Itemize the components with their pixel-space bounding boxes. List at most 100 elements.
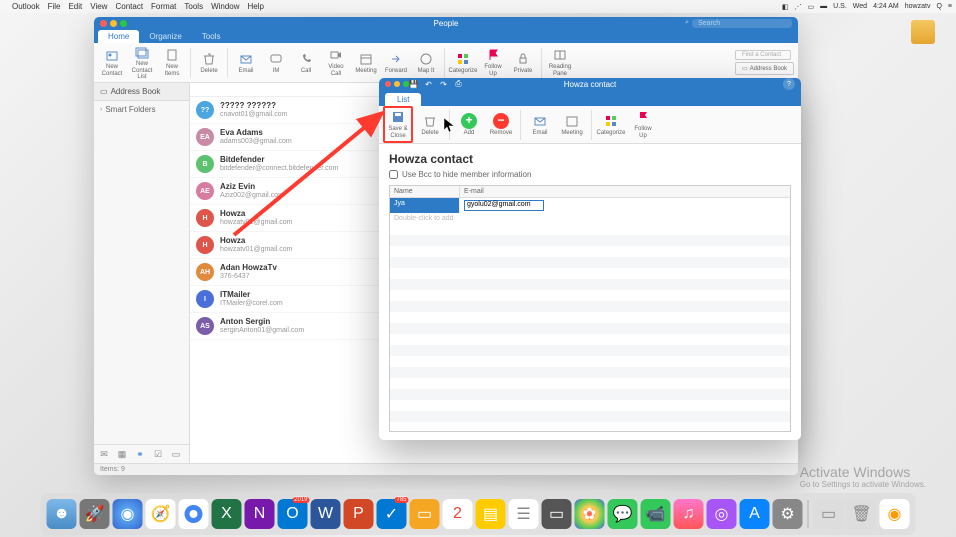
mail-icon[interactable]: ✉ [98, 449, 110, 459]
forward-button[interactable]: Forward [382, 51, 410, 75]
menu-help[interactable]: Help [248, 2, 264, 11]
window-titlebar[interactable]: People ⌕ Search [94, 17, 798, 29]
flag-icon[interactable]: ▬ [820, 3, 827, 10]
dock-finder[interactable]: ☻ [47, 499, 77, 529]
tab-organize[interactable]: Organize [139, 30, 191, 43]
dock-siri[interactable]: ◉ [113, 499, 143, 529]
tab-tools[interactable]: Tools [192, 30, 231, 43]
print-icon[interactable]: ⎙ [454, 80, 463, 89]
menu-tools[interactable]: Tools [184, 2, 203, 11]
call-button[interactable]: Call [292, 51, 320, 75]
dock-app[interactable]: ◉ [880, 499, 910, 529]
new-contact-list-button[interactable]: NewContact List [128, 44, 156, 81]
add-placeholder[interactable]: Double-click to add [390, 213, 790, 224]
save-close-button[interactable]: Save &Close [383, 106, 413, 142]
menu-contact[interactable]: Contact [115, 2, 143, 11]
popup-minimize-button[interactable] [394, 81, 400, 87]
menu-window[interactable]: Window [211, 2, 239, 11]
dock-outlook[interactable]: O2019 [278, 499, 308, 529]
new-items-button[interactable]: NewItems [158, 47, 186, 77]
dock-word[interactable]: W [311, 499, 341, 529]
video-call-button[interactable]: VideoCall [322, 47, 350, 77]
dock-todo[interactable]: ✓785 [377, 499, 407, 529]
tasks-icon[interactable]: ☑ [152, 449, 164, 459]
people-icon[interactable]: ⚭ [134, 449, 146, 459]
find-contact-input[interactable]: Find a Contact [735, 50, 791, 60]
member-name-cell[interactable]: Jya [390, 198, 460, 213]
member-row[interactable]: Jya gyolu02@gmail.com [390, 198, 790, 213]
dock-safari[interactable]: 🧭 [146, 499, 176, 529]
clock-day[interactable]: Wed [853, 3, 867, 10]
popup-delete-button[interactable]: Delete [415, 113, 445, 137]
tab-home[interactable]: Home [98, 30, 139, 43]
dock-appstore[interactable]: A [740, 499, 770, 529]
member-email-input[interactable]: gyolu02@gmail.com [464, 200, 544, 211]
notes-icon[interactable]: ▭ [170, 449, 182, 459]
maximize-button[interactable] [120, 20, 127, 27]
column-email[interactable]: E-mail [460, 186, 790, 197]
sidebar-smart-folders[interactable]: ›Smart Folders [94, 101, 189, 118]
spotlight-icon[interactable]: Q [936, 3, 941, 10]
popup-tab-list[interactable]: List [385, 93, 421, 106]
dock-calendar[interactable]: 2 [443, 499, 473, 529]
dock-excel[interactable]: X [212, 499, 242, 529]
private-button[interactable]: Private [509, 51, 537, 75]
dock-chrome[interactable] [179, 499, 209, 529]
dock-powerpoint[interactable]: P [344, 499, 374, 529]
meeting-button[interactable]: Meeting [352, 51, 380, 75]
email-button[interactable]: Email [232, 51, 260, 75]
dock-photos[interactable]: ✿ [575, 499, 605, 529]
map-it-button[interactable]: Map It [412, 51, 440, 75]
categorize-button[interactable]: Categorize [449, 51, 477, 75]
im-button[interactable]: IM [262, 51, 290, 75]
follow-up-button[interactable]: FollowUp [479, 47, 507, 77]
popup-categorize-button[interactable]: Categorize [596, 113, 626, 137]
dock-messages[interactable]: 💬 [608, 499, 638, 529]
dock-books[interactable]: ▭ [410, 499, 440, 529]
dock-trash[interactable]: 🗑 [847, 499, 877, 529]
new-contact-button[interactable]: NewContact [98, 47, 126, 77]
add-member-button[interactable]: +Add [454, 113, 484, 137]
address-book-button[interactable]: ▭Address Book [735, 62, 794, 75]
menu-file[interactable]: File [48, 2, 61, 11]
user-name[interactable]: howzatv [905, 3, 931, 10]
dock-onenote[interactable]: N [245, 499, 275, 529]
dock-contacts[interactable]: ▭ [542, 499, 572, 529]
dock-downloads[interactable]: ▭ [814, 499, 844, 529]
dock-music[interactable]: ♫ [674, 499, 704, 529]
input-lang[interactable]: U.S. [833, 3, 847, 10]
redo-icon[interactable]: ↷ [439, 80, 448, 89]
delete-button[interactable]: Delete [195, 51, 223, 75]
column-name[interactable]: Name [390, 186, 460, 197]
wifi-icon[interactable]: ⋰ [795, 3, 802, 11]
help-button[interactable]: ? [783, 78, 795, 90]
remove-member-button[interactable]: −Remove [486, 113, 516, 137]
popup-email-button[interactable]: Email [525, 113, 555, 137]
reading-pane-button[interactable]: ReadingPane [546, 47, 574, 77]
dock-podcasts[interactable]: ◎ [707, 499, 737, 529]
popup-follow-up-button[interactable]: FollowUp [628, 109, 658, 139]
dock-reminders[interactable]: ☰ [509, 499, 539, 529]
bcc-checkbox[interactable] [389, 170, 398, 179]
dock-launchpad[interactable]: 🚀 [80, 499, 110, 529]
desktop-disk[interactable] [908, 20, 938, 56]
close-button[interactable] [100, 20, 107, 27]
app-name[interactable]: Outlook [12, 2, 40, 11]
search-input[interactable]: Search [692, 19, 792, 28]
popup-meeting-button[interactable]: Meeting [557, 113, 587, 137]
menu-view[interactable]: View [90, 2, 107, 11]
clock-time[interactable]: 4:24 AM [873, 3, 899, 10]
calendar-icon[interactable]: ▦ [116, 449, 128, 459]
sidebar-address-book[interactable]: ▭Address Book [94, 83, 189, 101]
menu-edit[interactable]: Edit [68, 2, 82, 11]
undo-icon[interactable]: ↶ [424, 80, 433, 89]
menu-icon[interactable]: ≡ [948, 3, 952, 10]
popup-close-button[interactable] [385, 81, 391, 87]
status-icon[interactable]: ◧ [782, 3, 789, 11]
dock-settings[interactable]: ⚙ [773, 499, 803, 529]
dock-notes[interactable]: ▤ [476, 499, 506, 529]
dock-facetime[interactable]: 📹 [641, 499, 671, 529]
menu-format[interactable]: Format [151, 2, 176, 11]
battery-icon[interactable]: ▭ [808, 3, 815, 11]
save-icon[interactable]: 💾 [409, 80, 418, 89]
